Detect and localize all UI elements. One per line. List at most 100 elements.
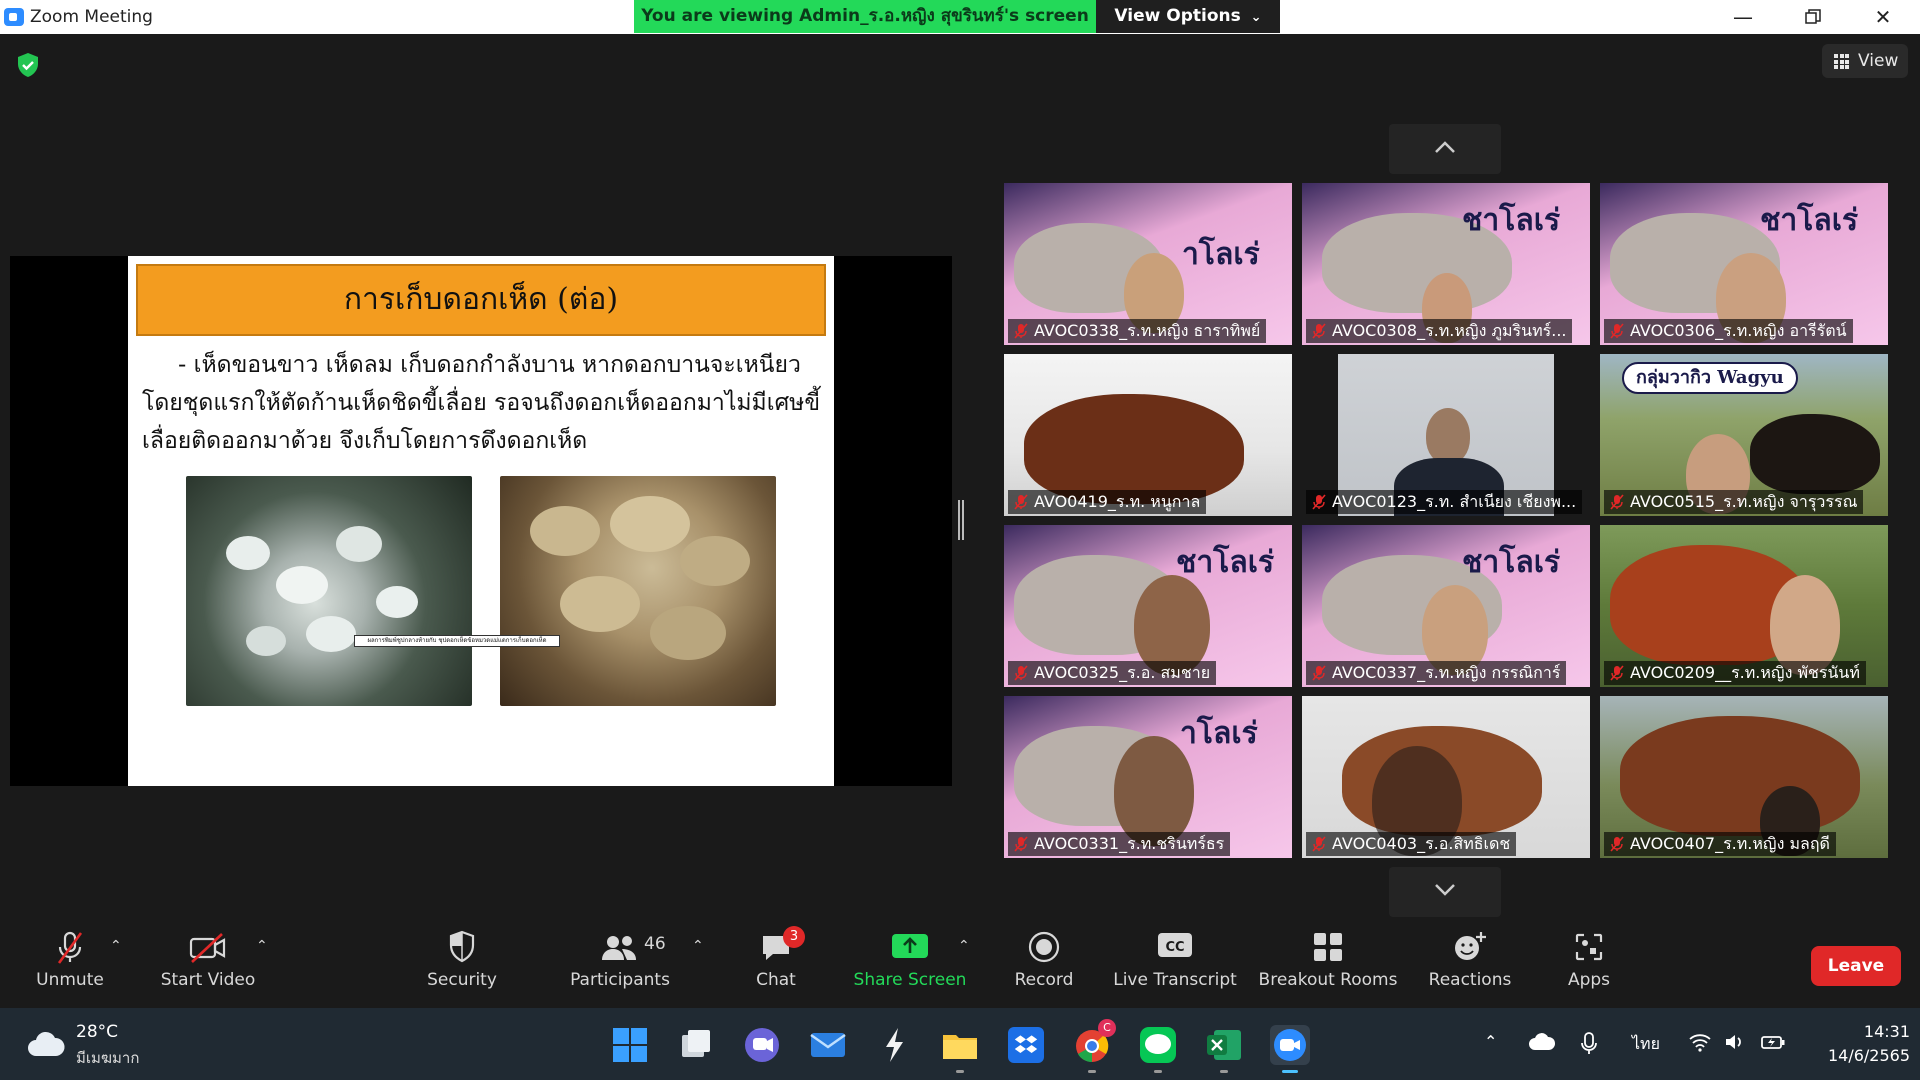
shared-screen: การเก็บดอกเห็ด (ต่อ) - เห็ดขอนขาว เห็ดลม… — [10, 256, 952, 786]
dropbox-button[interactable] — [1006, 1025, 1046, 1065]
muted-mic-icon — [1610, 665, 1624, 681]
show-hidden-icons-button[interactable]: ⌃ — [1484, 1032, 1497, 1056]
encryption-shield-button[interactable] — [16, 52, 44, 80]
video-tile[interactable]: AVOC0407_ร.ท.หญิง มลฤดี — [1600, 696, 1888, 858]
restore-button[interactable] — [1788, 2, 1838, 32]
participant-name-label: AVOC0403_ร.อ.สิทธิเดช — [1306, 832, 1517, 856]
active-app-indicator — [1282, 1070, 1298, 1073]
muted-mic-icon — [1014, 494, 1028, 510]
participants-options-caret[interactable]: ⌃ — [692, 938, 706, 954]
clock-time[interactable]: 14:31 — [1820, 1022, 1910, 1041]
video-tile[interactable]: AVOC0209__ร.ท.หญิง พัชรนันท์ — [1600, 525, 1888, 687]
running-indicator — [1088, 1070, 1096, 1073]
task-view-icon — [682, 1030, 710, 1057]
chevron-up-icon: ⌃ — [110, 938, 122, 954]
volume-button[interactable] — [1724, 1032, 1746, 1056]
view-layout-button[interactable]: View — [1822, 44, 1908, 78]
file-explorer-button[interactable] — [940, 1025, 980, 1065]
apps-button[interactable]: Apps — [1556, 930, 1622, 1000]
gallery-next-page-button[interactable] — [1389, 867, 1501, 917]
line-app-button[interactable] — [1138, 1025, 1178, 1065]
share-options-caret[interactable]: ⌃ — [958, 938, 972, 954]
record-button[interactable]: Record — [1004, 930, 1084, 1000]
teams-chat-button[interactable] — [742, 1025, 782, 1065]
view-options-label: View Options — [1114, 6, 1241, 26]
muted-mic-icon — [1014, 665, 1028, 681]
video-tile[interactable]: าโลเร่ AVOC0331_ร.ท.ชรินทร์ธร — [1004, 696, 1292, 858]
task-view-button[interactable] — [676, 1025, 716, 1065]
running-indicator — [956, 1070, 964, 1073]
view-label: View — [1858, 51, 1899, 71]
line-app-icon — [1140, 1027, 1176, 1063]
participant-name-label: AVOC0331_ร.ท.ชรินทร์ธร — [1008, 832, 1231, 856]
security-button[interactable]: Security — [420, 930, 504, 1000]
video-tile[interactable]: กลุ่มวากิว Wagyu AVOC0515_ร.ท.หญิง จารุว… — [1600, 354, 1888, 516]
reactions-button[interactable]: Reactions — [1420, 930, 1520, 1000]
video-options-caret[interactable]: ⌃ — [256, 938, 270, 954]
tile-sign: ชาโลเร่ — [1760, 203, 1859, 238]
clock-date[interactable]: 14/6/2565 — [1800, 1046, 1910, 1065]
gallery-prev-page-button[interactable] — [1389, 124, 1501, 174]
closed-caption-icon: CC — [1158, 933, 1192, 957]
wifi-button[interactable] — [1688, 1032, 1712, 1056]
input-language-button[interactable]: ไทย — [1632, 1032, 1660, 1056]
muted-mic-icon — [1312, 836, 1326, 852]
muted-mic-icon — [1610, 836, 1624, 852]
share-screen-button[interactable]: Share Screen — [852, 930, 968, 1000]
participant-name-label: AVO0419_ร.ท. หนูกาล — [1008, 490, 1207, 514]
video-tile[interactable]: AVOC0123_ร.ท. สำเนียง เชียงพ... — [1302, 354, 1590, 516]
minimize-button[interactable]: — — [1718, 2, 1768, 32]
dropbox-icon — [1008, 1027, 1044, 1063]
zoom-taskbar-button[interactable] — [1270, 1025, 1310, 1065]
zoom-app-icon — [4, 8, 24, 26]
start-button[interactable] — [610, 1025, 650, 1065]
live-transcript-button[interactable]: CC Live Transcript — [1112, 930, 1238, 1000]
onedrive-button[interactable] — [1528, 1032, 1556, 1056]
video-tile[interactable]: ชาโลเร่ AVOC0337_ร.ท.หญิง กรรณิการ์ — [1302, 525, 1590, 687]
chat-button[interactable]: 3 Chat — [736, 926, 816, 1000]
participants-icon — [602, 936, 636, 960]
breakout-rooms-button[interactable]: Breakout Rooms — [1258, 930, 1398, 1000]
audio-options-caret[interactable]: ⌃ — [110, 938, 124, 954]
running-indicator — [1220, 1070, 1228, 1073]
chevron-up-icon: ⌃ — [1484, 1032, 1498, 1051]
split-resize-handle[interactable] — [958, 500, 964, 540]
muted-mic-icon — [1610, 494, 1624, 510]
view-options-button[interactable]: View Options ⌄ — [1096, 0, 1280, 33]
chat-label: Chat — [756, 970, 796, 990]
video-off-icon — [189, 933, 226, 963]
zoom-window: Zoom Meeting You are viewing Admin_ร.อ.ห… — [0, 0, 1920, 1080]
video-tile[interactable]: AVOC0403_ร.อ.สิทธิเดช — [1302, 696, 1590, 858]
slide-title: การเก็บดอกเห็ด (ต่อ) — [136, 264, 826, 336]
restore-icon — [1805, 9, 1821, 24]
weather-cloud-icon — [28, 1031, 65, 1056]
chevron-down-icon: ⌄ — [1250, 10, 1262, 25]
participants-button[interactable]: 46 Participants — [562, 930, 678, 1000]
start-video-button[interactable]: Start Video — [156, 930, 260, 1000]
battery-button[interactable] — [1760, 1032, 1786, 1056]
wifi-icon — [1689, 1034, 1711, 1052]
live-transcript-label: Live Transcript — [1113, 970, 1237, 990]
microphone-tray-button[interactable] — [1580, 1032, 1598, 1056]
app-button-bolt[interactable] — [874, 1025, 914, 1065]
participant-name-label: AVOC0123_ร.ท. สำเนียง เชียงพ... — [1306, 490, 1583, 514]
participant-name-label: AVOC0407_ร.ท.หญิง มลฤดี — [1604, 832, 1836, 856]
close-window-button[interactable]: ✕ — [1858, 2, 1908, 32]
video-tile[interactable]: AVO0419_ร.ท. หนูกาล — [1004, 354, 1292, 516]
video-tile[interactable]: ชาโลเร่ AVOC0325_ร.อ. สมชาย — [1004, 525, 1292, 687]
leave-meeting-button[interactable]: Leave — [1811, 946, 1901, 986]
chrome-button[interactable]: C — [1072, 1019, 1116, 1065]
video-tile[interactable]: าโลเร่ AVOC0338_ร.ท.หญิง ธาราทิพย์ — [1004, 183, 1292, 345]
unmute-button[interactable]: Unmute — [28, 930, 112, 1000]
apps-icon — [1575, 933, 1603, 961]
excel-button[interactable] — [1204, 1025, 1244, 1065]
tile-sign: ชาโลเร่ — [1176, 545, 1275, 580]
grid-icon — [1834, 54, 1849, 69]
video-tile[interactable]: ชาโลเร่ AVOC0306_ร.ท.หญิง อารีรัตน์ — [1600, 183, 1888, 345]
mail-app-button[interactable] — [808, 1025, 848, 1065]
video-tile[interactable]: ชาโลเร่ AVOC0308_ร.ท.หญิง ภูมรินทร์... — [1302, 183, 1590, 345]
muted-mic-icon — [1312, 323, 1326, 339]
title-bar: Zoom Meeting You are viewing Admin_ร.อ.ห… — [0, 0, 1920, 34]
participant-name-label: AVOC0338_ร.ท.หญิง ธาราทิพย์ — [1008, 319, 1267, 343]
muted-mic-icon — [1610, 323, 1624, 339]
